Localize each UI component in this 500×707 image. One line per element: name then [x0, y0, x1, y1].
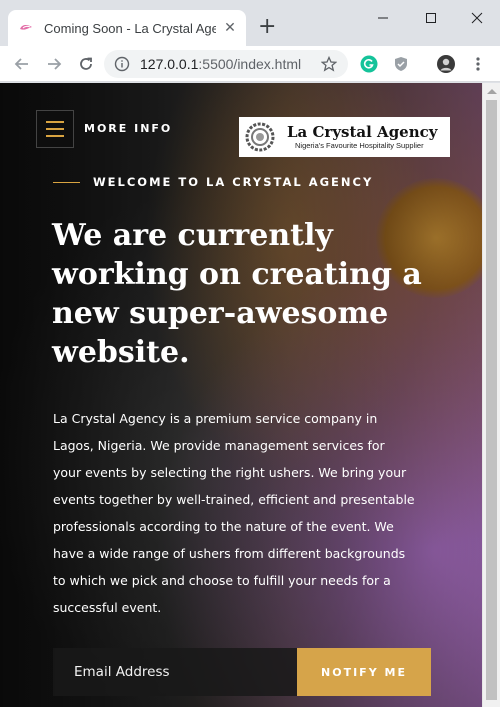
welcome-divider: [53, 182, 80, 183]
logo-tagline: Nigeria's Favourite Hospitality Supplier: [295, 141, 424, 150]
scroll-up-arrow-icon[interactable]: [487, 89, 497, 94]
close-window-icon[interactable]: [454, 6, 500, 30]
menu-dots-icon[interactable]: [469, 55, 487, 73]
email-field[interactable]: [53, 648, 297, 696]
notify-me-button[interactable]: NOTIFY ME: [297, 648, 431, 696]
minimize-icon[interactable]: [360, 6, 406, 30]
page-description: La Crystal Agency is a premium service c…: [53, 411, 415, 615]
site-logo[interactable]: La Crystal Agency Nigeria's Favourite Ho…: [239, 117, 450, 157]
crystal-logo-icon: [245, 122, 275, 152]
scrollbar-thumb[interactable]: [486, 100, 497, 700]
grammarly-icon[interactable]: [360, 55, 378, 73]
more-info-link[interactable]: MORE INFO: [84, 122, 172, 135]
tab-strip: Coming Soon - La Crystal Agency ✕ +: [0, 0, 500, 46]
shield-icon[interactable]: [392, 55, 410, 73]
profile-avatar[interactable]: [437, 55, 455, 73]
info-icon[interactable]: [114, 56, 130, 72]
welcome-eyebrow: WELCOME TO LA CRYSTAL AGENCY: [93, 175, 374, 189]
forward-arrow-icon[interactable]: [42, 52, 66, 76]
browser-tab[interactable]: Coming Soon - La Crystal Agency ✕: [8, 10, 246, 46]
address-bar[interactable]: 127.0.0.1:5500/index.html: [104, 50, 348, 78]
page-scrollbar[interactable]: [482, 83, 500, 707]
reload-icon[interactable]: [74, 52, 98, 76]
browser-toolbar: 127.0.0.1:5500/index.html: [0, 46, 500, 82]
hamburger-line: [46, 121, 64, 123]
tab-close-icon[interactable]: ✕: [222, 20, 238, 36]
page-hero: MORE INFO La Crystal Agency Nigeria's Fa…: [0, 83, 482, 707]
favicon-icon: [20, 24, 32, 30]
url-path: :5500/index.html: [198, 56, 302, 72]
page-headline: We are currently working on creating a n…: [52, 218, 422, 370]
new-tab-button[interactable]: +: [258, 15, 276, 39]
url-host: 127.0.0.1: [140, 56, 199, 72]
hamburger-menu-button[interactable]: [36, 110, 74, 148]
bookmark-star-icon[interactable]: [320, 55, 338, 73]
back-arrow-icon[interactable]: [10, 52, 34, 76]
url-text: 127.0.0.1:5500/index.html: [140, 56, 301, 72]
hamburger-line: [46, 128, 64, 130]
tab-title: Coming Soon - La Crystal Agency: [44, 20, 216, 36]
hamburger-line: [46, 135, 64, 137]
maximize-icon[interactable]: [408, 6, 454, 30]
logo-brand-name: La Crystal Agency: [287, 123, 438, 141]
